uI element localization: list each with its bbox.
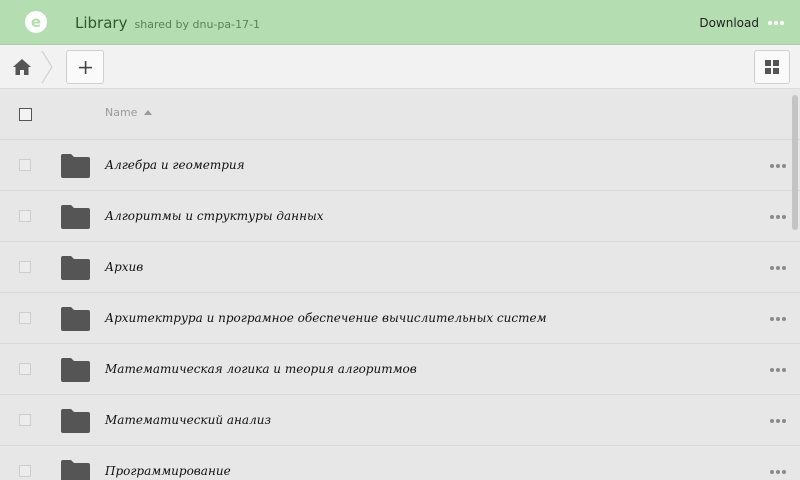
folder-icon xyxy=(61,154,90,178)
folder-name[interactable]: Математический анализ xyxy=(105,413,271,427)
row-checkbox[interactable] xyxy=(19,312,31,324)
folder-icon xyxy=(61,409,90,433)
logo-letter: e xyxy=(31,13,41,31)
folder-icon xyxy=(61,205,90,229)
folder-name[interactable]: Архив xyxy=(105,260,143,274)
grid-view-button[interactable] xyxy=(754,50,790,84)
row-more-icon[interactable] xyxy=(770,419,786,423)
toolbar xyxy=(0,45,800,89)
row-checkbox[interactable] xyxy=(19,159,31,171)
home-icon[interactable] xyxy=(12,58,32,76)
download-button[interactable]: Download xyxy=(699,16,759,30)
row-checkbox[interactable] xyxy=(19,261,31,273)
folder-icon xyxy=(61,256,90,280)
row-checkbox[interactable] xyxy=(19,465,31,477)
folder-name[interactable]: Архитектрура и програмное обеспечение вы… xyxy=(105,311,547,325)
folder-name[interactable]: Математическая логика и теория алгоритмо… xyxy=(105,362,417,376)
list-item[interactable]: Архитектрура и програмное обеспечение вы… xyxy=(0,293,800,344)
list-item[interactable]: Программирование xyxy=(0,446,800,480)
grid-view-icon xyxy=(765,60,779,74)
list-item[interactable]: Математическая логика и теория алгоритмо… xyxy=(0,344,800,395)
row-more-icon[interactable] xyxy=(770,164,786,168)
list-item[interactable]: Алгебра и геометрия xyxy=(0,140,800,191)
title-area: Library shared by dnu-pa-17-1 xyxy=(75,13,260,32)
row-more-icon[interactable] xyxy=(770,266,786,270)
row-more-icon[interactable] xyxy=(770,215,786,219)
file-list: Name Алгебра и геометрия Алгоритмы и стр… xyxy=(0,89,800,480)
row-more-icon[interactable] xyxy=(770,470,786,474)
plus-icon xyxy=(79,61,92,74)
list-header: Name xyxy=(0,89,800,140)
scrollbar[interactable] xyxy=(792,95,798,230)
folder-name[interactable]: Алгоритмы и структуры данных xyxy=(105,209,324,223)
list-item[interactable]: Архив xyxy=(0,242,800,293)
select-all-checkbox[interactable] xyxy=(19,108,32,121)
folder-name[interactable]: Алгебра и геометрия xyxy=(105,158,245,172)
app-logo-icon[interactable]: e xyxy=(24,10,48,34)
shared-by-label: shared by dnu-pa-17-1 xyxy=(134,18,261,31)
folder-icon xyxy=(61,358,90,382)
row-more-icon[interactable] xyxy=(770,317,786,321)
row-more-icon[interactable] xyxy=(770,368,786,372)
folder-icon xyxy=(61,307,90,331)
folder-name[interactable]: Программирование xyxy=(105,464,231,478)
name-column-header[interactable]: Name xyxy=(105,106,137,119)
top-bar: e Library shared by dnu-pa-17-1 Download xyxy=(0,0,800,45)
add-button[interactable] xyxy=(66,50,104,84)
row-checkbox[interactable] xyxy=(19,414,31,426)
ellipsis-icon[interactable] xyxy=(768,21,784,25)
folder-icon xyxy=(61,460,90,480)
row-checkbox[interactable] xyxy=(19,363,31,375)
row-checkbox[interactable] xyxy=(19,210,31,222)
page-title: Library xyxy=(75,14,128,32)
breadcrumb-separator-icon xyxy=(41,50,53,84)
list-item[interactable]: Математический анализ xyxy=(0,395,800,446)
list-item[interactable]: Алгоритмы и структуры данных xyxy=(0,191,800,242)
sort-ascending-icon[interactable] xyxy=(144,110,152,115)
